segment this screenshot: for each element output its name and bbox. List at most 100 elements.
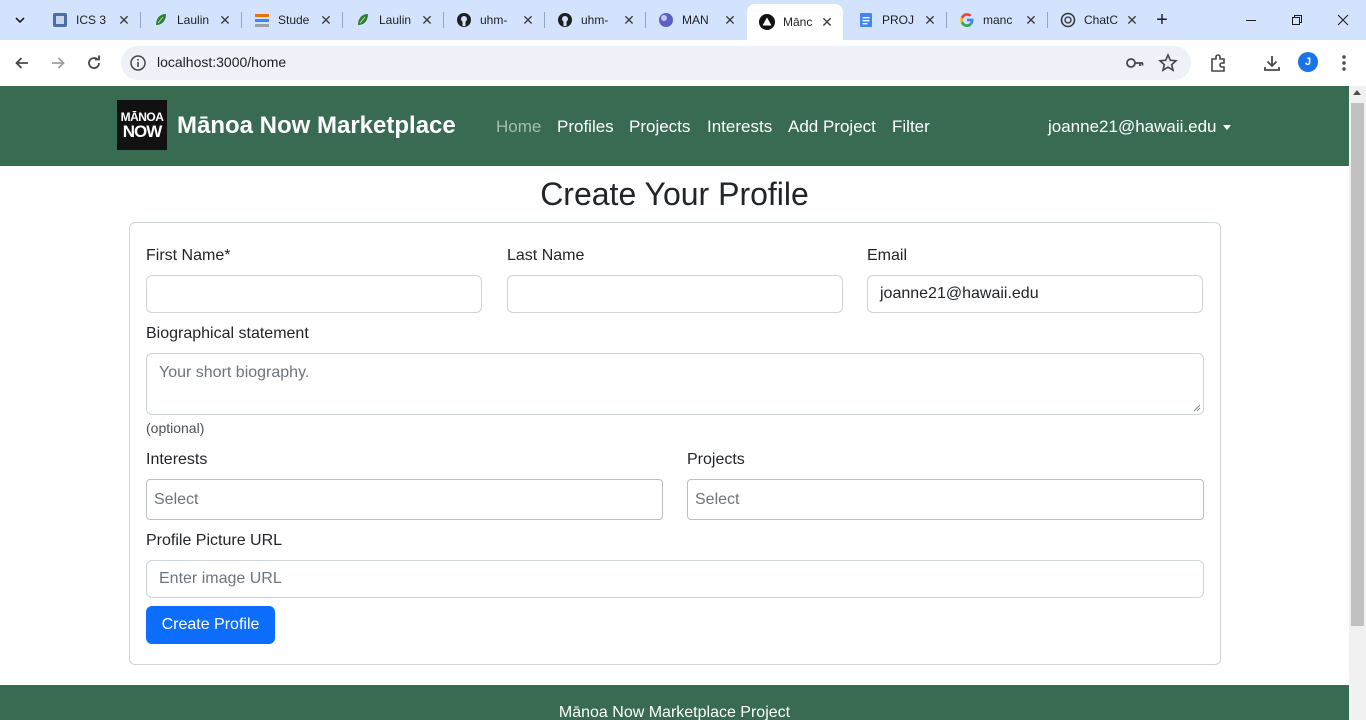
page-viewport: MĀNOA NOW Mānoa Now Marketplace Home Pro… xyxy=(0,86,1349,720)
nav-link-interests[interactable]: Interests xyxy=(707,117,772,137)
github-icon xyxy=(456,12,472,28)
picture-url-input[interactable]: Enter image URL xyxy=(146,560,1204,598)
close-icon[interactable]: ✕ xyxy=(116,12,132,28)
nav-link-home[interactable]: Home xyxy=(496,117,541,137)
tab-title: Laulin xyxy=(177,13,210,27)
bio-label: Biographical statement xyxy=(146,325,309,342)
tab-search-button[interactable] xyxy=(8,8,32,32)
reload-icon[interactable] xyxy=(80,49,108,77)
close-icon[interactable]: ✕ xyxy=(318,12,334,28)
interests-select[interactable]: Select xyxy=(146,479,663,520)
close-icon[interactable]: ✕ xyxy=(922,12,938,28)
site-navbar: MĀNOA NOW Mānoa Now Marketplace Home Pro… xyxy=(0,86,1349,166)
bookmark-star-icon[interactable] xyxy=(1158,53,1178,73)
site-footer: Mānoa Now Marketplace Project xyxy=(0,685,1349,720)
nav-link-add-project[interactable]: Add Project xyxy=(788,117,876,137)
new-tab-plus-icon[interactable]: + xyxy=(1150,8,1174,32)
email-label: Email xyxy=(867,247,908,264)
restore-icon[interactable] xyxy=(1274,0,1320,40)
logo-line-2: NOW xyxy=(122,121,163,141)
close-icon[interactable]: ✕ xyxy=(520,12,536,28)
page-title: Create Your Profile xyxy=(540,176,809,212)
back-icon[interactable] xyxy=(8,49,36,77)
first-name-label: First Name* xyxy=(146,247,231,264)
browser-tab-active[interactable]: Mānc ✕ xyxy=(747,4,843,40)
github-icon xyxy=(557,12,573,28)
nav-link-projects[interactable]: Projects xyxy=(629,117,690,137)
bio-textarea[interactable]: Your short biography. xyxy=(146,353,1204,415)
page-scrollbar[interactable] xyxy=(1349,86,1366,720)
close-icon[interactable]: ✕ xyxy=(1124,12,1140,28)
nav-link-profiles[interactable]: Profiles xyxy=(557,117,614,137)
profile-avatar[interactable]: J xyxy=(1298,52,1318,72)
address-bar[interactable]: localhost:3000/home xyxy=(121,46,1191,80)
browser-tab[interactable]: manc ✕ xyxy=(947,4,1047,36)
tab-title: manc xyxy=(983,13,1013,27)
tab-title: ChatC xyxy=(1084,13,1119,27)
close-icon[interactable]: ✕ xyxy=(819,14,835,30)
key-icon[interactable] xyxy=(1125,53,1145,73)
tab-title: ICS 3 xyxy=(76,13,107,27)
scroll-up-arrow-icon[interactable] xyxy=(1353,90,1361,95)
close-icon[interactable]: ✕ xyxy=(217,12,233,28)
browser-tab[interactable]: MAN ✕ xyxy=(646,4,746,36)
browser-toolbar: localhost:3000/home J xyxy=(0,40,1366,86)
leaf-icon xyxy=(355,12,371,28)
logo-line-1: MĀNOA xyxy=(120,109,164,124)
tab-title: PROJ xyxy=(882,13,915,27)
site-logo[interactable]: MĀNOA NOW xyxy=(117,100,167,150)
tab-title: Laulin xyxy=(379,13,412,27)
bio-placeholder: Your short biography. xyxy=(159,364,310,381)
orb-icon xyxy=(658,12,674,28)
browser-tab[interactable]: ChatC ✕ xyxy=(1048,4,1148,36)
browser-tab-bar: ICS 3 ✕ Laulin ✕ Stude ✕ Laulin ✕ uhm- ✕… xyxy=(0,0,1366,40)
download-icon[interactable] xyxy=(1260,51,1284,75)
forward-icon[interactable] xyxy=(44,49,72,77)
tab-title: Stude xyxy=(278,13,310,27)
projects-select[interactable]: Select xyxy=(687,479,1204,520)
footer-text: Mānoa Now Marketplace Project xyxy=(558,704,791,720)
extensions-icon[interactable] xyxy=(1206,51,1230,75)
nav-link-filter[interactable]: Filter xyxy=(892,117,930,137)
menu-kebab-icon[interactable] xyxy=(1332,51,1356,75)
chevron-down-icon xyxy=(15,17,25,24)
brand-title[interactable]: Mānoa Now Marketplace xyxy=(177,112,456,140)
close-icon[interactable]: ✕ xyxy=(419,12,435,28)
doc-icon xyxy=(858,12,874,28)
user-dropdown[interactable]: joanne21@hawaii.edu xyxy=(1048,117,1231,137)
browser-tab[interactable]: uhm- ✕ xyxy=(444,4,544,36)
close-icon[interactable]: ✕ xyxy=(621,12,637,28)
info-icon[interactable] xyxy=(129,54,147,72)
tab-title: Mānc xyxy=(783,15,813,29)
resize-grip-icon[interactable] xyxy=(1193,404,1201,412)
leaf-icon xyxy=(153,12,169,28)
first-name-input[interactable] xyxy=(146,275,482,313)
triangle-app-icon xyxy=(759,14,775,30)
minimize-icon[interactable] xyxy=(1228,0,1274,40)
tab-title: MAN xyxy=(682,13,709,27)
interests-label: Interests xyxy=(146,451,208,468)
tab-title: uhm- xyxy=(581,13,609,27)
create-profile-button[interactable]: Create Profile xyxy=(146,606,275,644)
last-name-input[interactable] xyxy=(507,275,843,313)
picture-url-label: Profile Picture URL xyxy=(146,532,283,549)
browser-tab[interactable]: ICS 3 ✕ xyxy=(40,4,140,36)
last-name-label: Last Name xyxy=(507,247,585,264)
bio-help-text: (optional) xyxy=(146,420,205,436)
browser-tab[interactable]: Stude ✕ xyxy=(242,4,342,36)
close-icon[interactable]: ✕ xyxy=(722,12,738,28)
tab-title: uhm- xyxy=(480,13,508,27)
browser-tab[interactable]: Laulin ✕ xyxy=(141,4,241,36)
close-icon[interactable]: ✕ xyxy=(1023,12,1039,28)
caret-down-icon xyxy=(1222,124,1231,130)
stack-icon xyxy=(254,12,270,28)
browser-tab[interactable]: PROJ ✕ xyxy=(846,4,946,36)
window-close-icon[interactable] xyxy=(1320,0,1366,40)
scrollbar-thumb[interactable] xyxy=(1351,103,1364,626)
chatgpt-icon xyxy=(1060,12,1076,28)
google-icon xyxy=(959,12,975,28)
profile-form-card: First Name* Last Name Email joanne21@haw… xyxy=(129,222,1221,665)
browser-tab[interactable]: Laulin ✕ xyxy=(343,4,443,36)
email-input[interactable]: joanne21@hawaii.edu xyxy=(867,275,1203,313)
browser-tab[interactable]: uhm- ✕ xyxy=(545,4,645,36)
